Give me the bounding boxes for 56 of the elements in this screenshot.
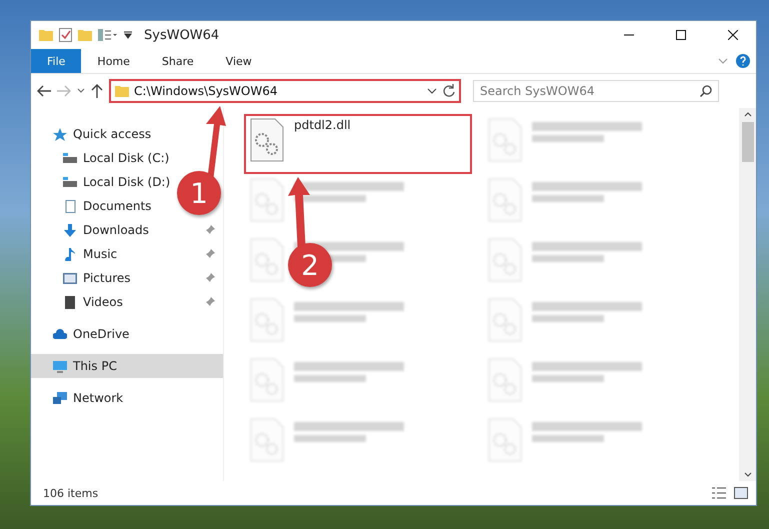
window-title: SysWOW64: [144, 28, 220, 42]
sidebar-item[interactable]: Videos: [31, 290, 221, 314]
music-note-icon: [63, 248, 77, 260]
sidebar-item[interactable]: Downloads: [31, 218, 221, 242]
sidebar-item[interactable]: Pictures: [31, 266, 221, 290]
details-view-icon[interactable]: [712, 487, 726, 499]
help-icon[interactable]: [736, 54, 750, 68]
scrollbar[interactable]: [739, 108, 756, 481]
pin-icon[interactable]: [205, 225, 215, 235]
folder-icon: [115, 85, 129, 97]
scroll-thumb[interactable]: [742, 122, 754, 162]
sidebar-item[interactable]: Documents: [31, 194, 158, 218]
properties-icon[interactable]: [98, 29, 118, 41]
sidebar-item[interactable]: Local Disk (D:): [31, 170, 176, 194]
folder-icon: [39, 29, 53, 41]
sidebar-item[interactable]: Local Disk (C:): [31, 146, 176, 170]
folder-icon: [78, 29, 92, 41]
pin-icon[interactable]: [205, 273, 215, 283]
dropdown-icon[interactable]: [124, 31, 132, 39]
file-item[interactable]: pdtdl2.dll: [244, 114, 472, 174]
ribbon-tab[interactable]: Home: [81, 49, 146, 73]
download-arrow-icon: [63, 224, 77, 236]
picture-icon: [63, 272, 77, 284]
document-icon: [63, 200, 77, 212]
search-icon: [700, 85, 712, 97]
pin-icon[interactable]: [205, 249, 215, 259]
ribbon-tab[interactable]: Share: [146, 49, 210, 73]
checklist-icon[interactable]: [59, 28, 72, 42]
close-icon: [728, 30, 738, 40]
refresh-icon[interactable]: [442, 84, 456, 98]
monitor-icon: [53, 360, 67, 372]
sidebar-item[interactable]: This PC: [31, 354, 223, 378]
sidebar-item[interactable]: Quick access: [31, 122, 158, 146]
sidebar-item[interactable]: Network: [31, 386, 130, 410]
chevron-down-icon[interactable]: [427, 88, 437, 94]
item-count: 106 items: [43, 486, 100, 500]
gear-file-icon: [250, 118, 284, 162]
drive-icon: [63, 152, 77, 164]
chevron-down-icon[interactable]: [77, 88, 85, 94]
file-name: pdtdl2.dll: [294, 118, 351, 134]
maximize-icon: [676, 30, 686, 40]
back-arrow-icon[interactable]: [37, 85, 51, 97]
network-icon: [53, 392, 67, 404]
search-field[interactable]: Search SysWOW64: [473, 80, 719, 102]
up-arrow-icon[interactable]: [91, 84, 103, 98]
star-icon: [53, 128, 67, 140]
sidebar-item[interactable]: OneDrive: [31, 322, 136, 346]
film-icon: [63, 296, 77, 308]
cloud-icon: [53, 328, 67, 340]
ribbon-tab[interactable]: File: [31, 49, 82, 73]
pin-icon[interactable]: [205, 297, 215, 307]
sidebar-item[interactable]: Music: [31, 242, 221, 266]
address-bar[interactable]: C:\Windows\SysWOW64: [109, 79, 461, 103]
tiles-view-icon[interactable]: [734, 487, 748, 499]
ribbon-tab[interactable]: View: [210, 49, 268, 73]
drive-icon: [63, 176, 77, 188]
